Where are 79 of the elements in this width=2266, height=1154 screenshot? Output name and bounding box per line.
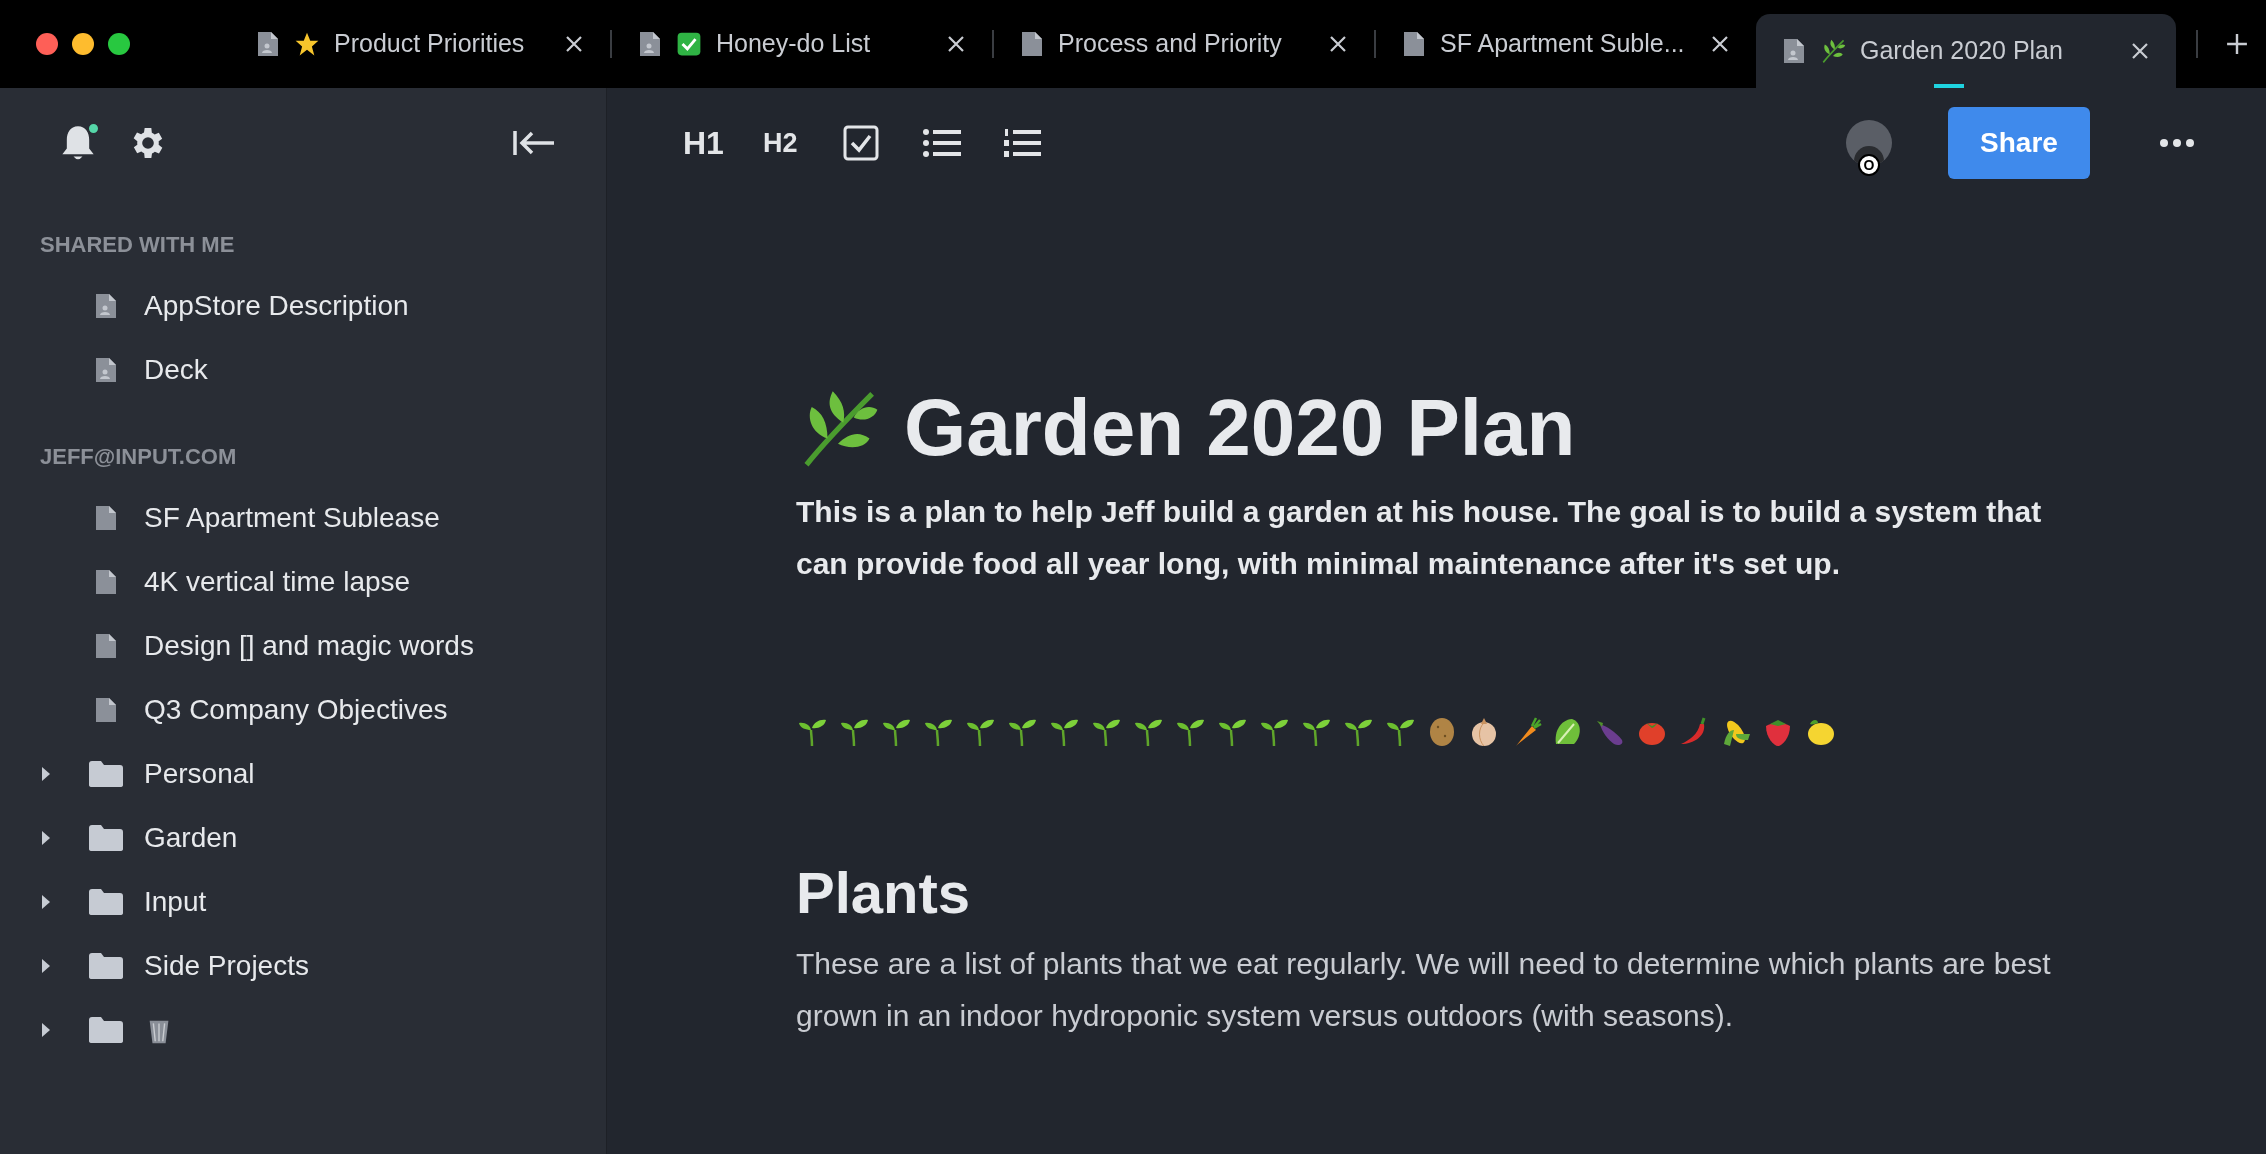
avatar-badge: O [1858, 154, 1880, 176]
caret-icon[interactable] [40, 895, 52, 909]
folder-item[interactable]: Garden [0, 806, 606, 870]
document-icon [638, 30, 662, 58]
collapse-sidebar-icon[interactable] [512, 129, 556, 157]
checkbox-icon[interactable] [843, 125, 879, 161]
body-paragraph: These are a list of plants that we eat regularly. We will need to determine which plants are best grown in an indoor hydroponic system versus outdoors (with seasons). [796, 946, 2052, 1034]
zoom-window-button[interactable] [108, 33, 130, 55]
tab[interactable]: Product Priorities [230, 0, 610, 88]
item-label: Design [] and magic words [144, 629, 474, 663]
document-icon [94, 568, 118, 596]
close-window-button[interactable] [36, 33, 58, 55]
tab[interactable]: Process and Priority [994, 0, 1374, 88]
item-label: Deck [144, 353, 208, 387]
item-label: Personal [144, 757, 255, 791]
tab-title: Garden 2020 Plan [1860, 35, 2063, 67]
document-icon [94, 632, 118, 660]
tab-title: SF Apartment Suble... [1440, 28, 1685, 60]
tab-title: Process and Priority [1058, 28, 1282, 60]
heading-2-button[interactable]: H2 [763, 122, 843, 164]
section-heading: Plants [796, 859, 972, 927]
tab[interactable]: Honey-do List [612, 0, 992, 88]
tab[interactable]: Garden 2020 Plan [1756, 14, 2176, 88]
document-item[interactable]: AppStore Description [0, 274, 606, 338]
close-icon[interactable] [946, 34, 966, 54]
folder-icon [88, 760, 124, 788]
document-icon [94, 356, 118, 384]
section-heading: SHARED WITH ME [40, 230, 235, 259]
folder-item[interactable]: Input [0, 870, 606, 934]
document-item[interactable]: 4K vertical time lapse [0, 550, 606, 614]
item-label: Garden [144, 821, 238, 855]
tab[interactable]: SF Apartment Suble... [1376, 0, 1756, 88]
notifications-icon[interactable] [60, 124, 96, 162]
star-icon [294, 31, 320, 57]
folder-icon [88, 1016, 124, 1044]
folder-item[interactable]: Side Projects [0, 934, 606, 998]
bulleted-list-icon[interactable] [923, 128, 961, 158]
document-title: Garden 2020 Plan [904, 382, 1576, 474]
leaf-icon [1820, 38, 1846, 64]
checkmark-icon [676, 31, 702, 57]
document-item[interactable]: Design [] and magic words [0, 614, 606, 678]
close-icon[interactable] [1328, 34, 1348, 54]
item-label: AppStore Description [144, 289, 409, 323]
heading-1-button[interactable]: H1 [683, 119, 763, 167]
active-tab-indicator [1934, 84, 1964, 88]
tab-title: Honey-do List [716, 28, 871, 60]
caret-icon[interactable] [40, 1023, 52, 1037]
document-icon [94, 292, 118, 320]
caret-icon[interactable] [40, 831, 52, 845]
document-icon [94, 504, 118, 532]
folder-item[interactable]: Personal [0, 742, 606, 806]
item-label: Side Projects [144, 949, 309, 983]
close-icon[interactable] [2130, 41, 2150, 61]
document-icon [1402, 30, 1426, 58]
new-tab-icon[interactable] [2226, 33, 2248, 55]
more-options-icon[interactable] [2160, 139, 2194, 147]
section-heading: JEFF@INPUT.COM [40, 442, 237, 471]
folder-icon [88, 824, 124, 852]
caret-icon[interactable] [40, 767, 52, 781]
minimize-window-button[interactable] [72, 33, 94, 55]
document-icon [256, 30, 280, 58]
document-icon [94, 696, 118, 724]
folder-icon [88, 888, 124, 916]
intro-paragraph: This is a plan to help Jeff build a garden at his house. The goal is to build a system that can provide food all year long, with minimal maintenance after it's set up. [796, 494, 2043, 582]
folder-icon [88, 952, 124, 980]
close-icon[interactable] [1710, 34, 1730, 54]
numbered-list-icon[interactable] [1003, 128, 1041, 158]
tab-title: Product Priorities [334, 28, 525, 60]
item-label: Q3 Company Objectives [144, 693, 448, 727]
document-item[interactable]: Deck [0, 338, 606, 402]
item-label: 4K vertical time lapse [144, 565, 411, 599]
close-icon[interactable] [564, 34, 584, 54]
item-label: Input [144, 885, 207, 919]
item-label: SF Apartment Sublease [144, 501, 440, 535]
document-icon [1020, 30, 1044, 58]
document-icon [1782, 37, 1806, 65]
document-item[interactable]: SF Apartment Sublease [0, 486, 606, 550]
caret-icon[interactable] [40, 959, 52, 973]
document-item[interactable]: Q3 Company Objectives [0, 678, 606, 742]
